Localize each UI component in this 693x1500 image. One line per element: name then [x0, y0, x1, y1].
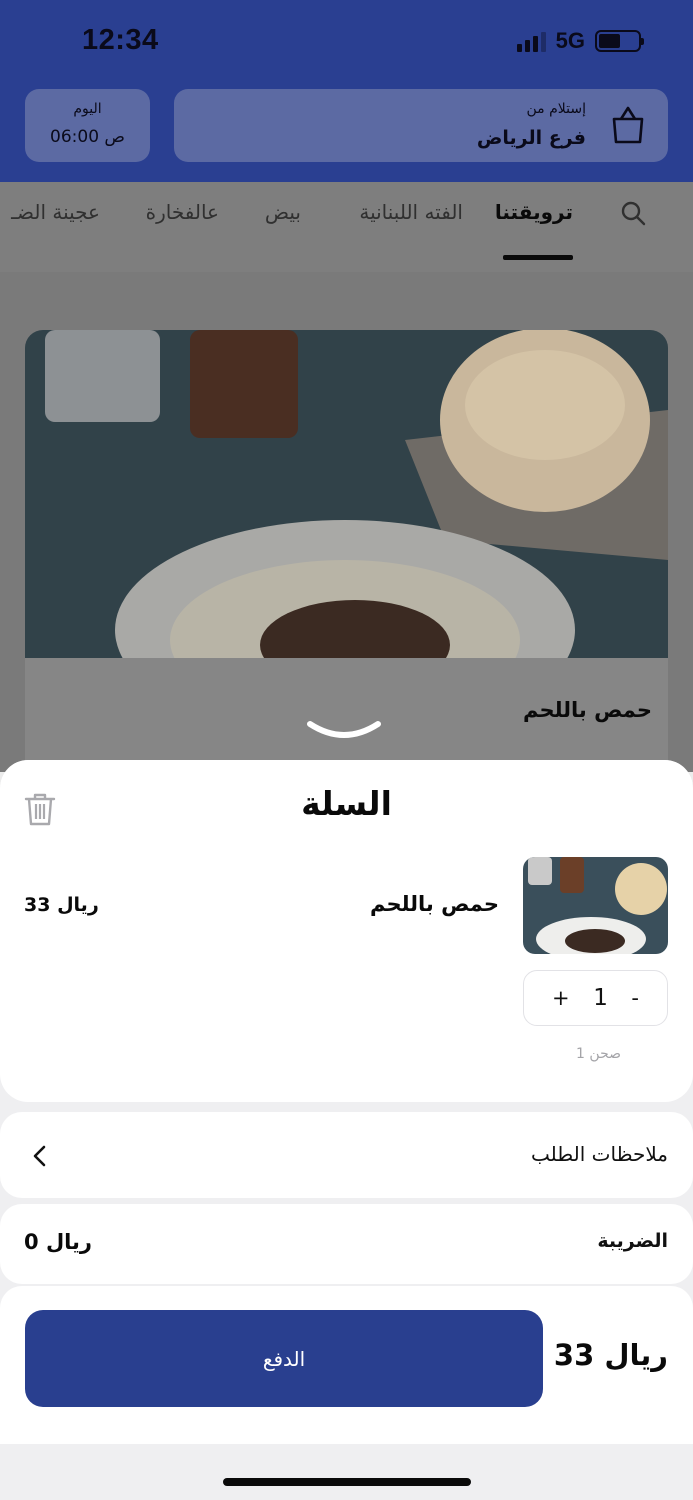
pickup-branch-selector[interactable]: إستلام من فرع الرياض — [174, 89, 668, 162]
cart-title: السلة — [301, 784, 392, 823]
pickup-time-selector[interactable]: اليوم 06:00 ص — [25, 89, 150, 162]
order-notes-label: ملاحظات الطلب — [530, 1142, 668, 1166]
order-notes-row[interactable]: ملاحظات الطلب — [0, 1112, 693, 1198]
day-label: اليوم — [73, 101, 102, 117]
cart-item-price: 33 ريال — [24, 894, 99, 916]
search-icon[interactable] — [620, 200, 646, 226]
network-label: 5G — [555, 28, 585, 53]
cart-item-name: حمص باللحم — [369, 892, 499, 916]
pickup-label: إستلام من — [526, 101, 586, 117]
trash-icon[interactable] — [24, 792, 56, 826]
cart-sheet: السلة حمص باللحم 33 ريال + 1 - 1 صحن ملا… — [0, 760, 693, 1500]
order-total: 33 ريال — [553, 1338, 668, 1372]
category-tabs: ترويقتنا الفته اللبنانية بيض عالفخارة عج… — [0, 182, 693, 272]
increase-button[interactable]: + — [552, 986, 570, 1010]
tab-clay-pot[interactable]: عالفخارة — [146, 200, 219, 224]
chevron-left-icon — [33, 1145, 46, 1167]
app-header: 12:34 5G إستلام من فرع الرياض اليوم 06:0… — [0, 0, 693, 182]
hummus-photo — [25, 330, 668, 658]
battery-fill — [599, 34, 620, 48]
tab-dough[interactable]: عجينة الضـ — [11, 200, 100, 224]
chevron-down-icon[interactable] — [306, 718, 382, 744]
menu-item-card[interactable]: حمص باللحم — [25, 330, 668, 780]
pickup-time: 06:00 ص — [50, 127, 125, 147]
active-tab-indicator — [503, 255, 573, 260]
signal-icon — [516, 30, 546, 52]
tax-value: 0 ريال — [24, 1230, 93, 1254]
menu-item-title: حمص باللحم — [522, 698, 652, 722]
status-indicators: 5G — [516, 28, 644, 54]
cart-items-card: السلة حمص باللحم 33 ريال + 1 - 1 صحن — [0, 760, 693, 1102]
checkout-footer: الدفع 33 ريال — [0, 1286, 693, 1444]
quantity-stepper: + 1 - — [523, 970, 668, 1026]
tax-row: الضريبة 0 ريال — [0, 1204, 693, 1284]
tab-tarweeqatna[interactable]: ترويقتنا — [495, 200, 573, 224]
quantity-value: 1 — [593, 985, 608, 1011]
tax-label: الضريبة — [597, 1230, 668, 1252]
home-indicator[interactable] — [223, 1478, 471, 1486]
battery-icon — [595, 30, 644, 52]
branch-name: فرع الرياض — [476, 127, 586, 149]
tab-eggs[interactable]: بيض — [265, 200, 301, 224]
decrease-button[interactable]: - — [631, 986, 639, 1010]
cart-item-thumbnail — [523, 857, 668, 954]
shopping-bag-icon — [612, 106, 644, 144]
pay-button[interactable]: الدفع — [25, 1310, 543, 1407]
status-time: 12:34 — [82, 24, 159, 56]
tab-lebanese-fatteh[interactable]: الفته اللبنانية — [359, 200, 463, 224]
servings-label: 1 صحن — [576, 1046, 621, 1062]
